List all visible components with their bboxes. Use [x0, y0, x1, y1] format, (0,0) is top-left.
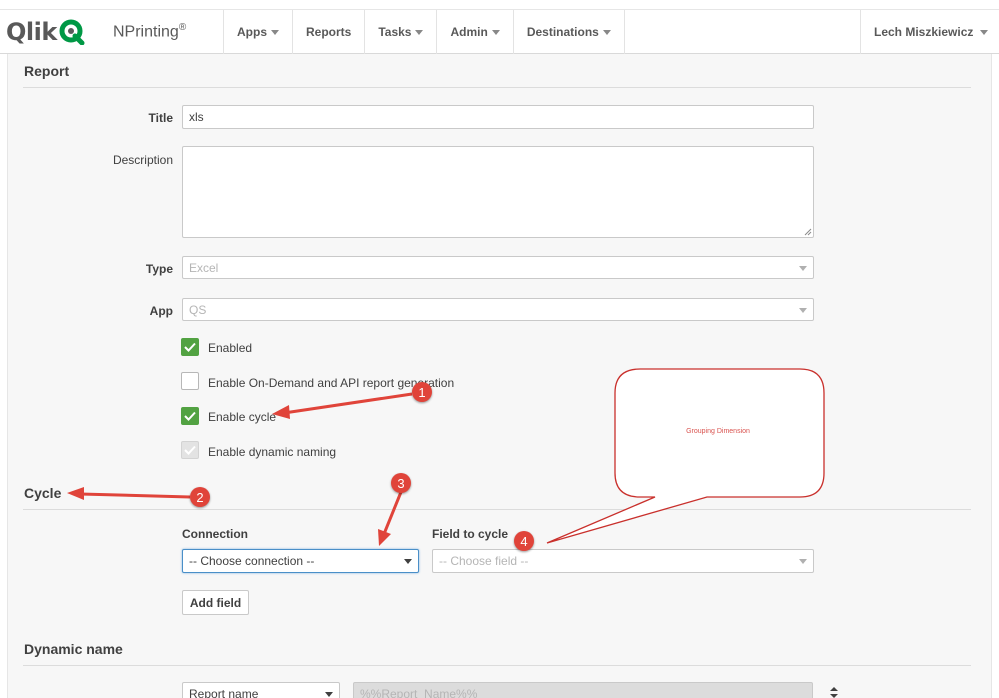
type-select[interactable]: Excel	[182, 256, 814, 279]
logo-text: Qlik	[6, 18, 57, 46]
title-label: Title	[148, 111, 173, 125]
sort-icon[interactable]	[829, 687, 839, 698]
nav-reports[interactable]: Reports	[292, 10, 364, 54]
type-label: Type	[145, 262, 173, 276]
chevron-down-icon	[799, 559, 807, 564]
chevron-down-icon	[799, 266, 807, 271]
nav-apps[interactable]: Apps	[223, 10, 292, 54]
field-to-cycle-label: Field to cycle	[432, 527, 509, 541]
app-value: QS	[189, 302, 207, 317]
field-to-cycle-placeholder: -- Choose field --	[439, 554, 529, 568]
dynamic-name-input[interactable]: %%Report_Name%%	[353, 682, 813, 698]
enabled-checkbox[interactable]	[181, 338, 199, 356]
dynamic-naming-checkbox[interactable]	[181, 441, 199, 459]
chevron-down-icon	[980, 29, 989, 35]
section-title-dynamic-name: Dynamic name	[24, 641, 123, 657]
nav-tasks[interactable]: Tasks	[364, 10, 436, 54]
annotation-number-2: 2	[190, 487, 210, 507]
user-name: Lech Miszkiewicz	[874, 25, 974, 39]
main-nav: Apps Reports Tasks Admin Destinations	[223, 10, 625, 54]
checkmark-icon	[184, 445, 196, 455]
user-menu[interactable]: Lech Miszkiewicz	[860, 10, 999, 54]
registered-mark: ®	[178, 22, 187, 33]
app-label: App	[149, 304, 173, 318]
nav-reports-label: Reports	[306, 25, 352, 39]
checkmark-icon	[184, 342, 196, 352]
description-label: Description	[112, 153, 173, 167]
checkmark-icon	[184, 411, 196, 421]
chevron-down-icon	[415, 29, 424, 35]
chevron-down-icon	[602, 29, 611, 35]
section-title-cycle: Cycle	[24, 485, 62, 501]
field-to-cycle-select[interactable]: -- Choose field --	[432, 549, 814, 573]
product-label: NPrinting	[113, 23, 179, 41]
chevron-down-icon	[271, 29, 279, 35]
chevron-down-icon	[491, 29, 500, 35]
app-select[interactable]: QS	[182, 298, 814, 321]
title-input[interactable]: xls	[182, 105, 814, 129]
divider	[23, 665, 971, 666]
dynamic-name-select[interactable]: Report name	[182, 682, 340, 698]
description-textarea[interactable]	[182, 146, 814, 238]
dynamic-name-select-value: Report name	[189, 687, 259, 698]
enable-cycle-label: Enable cycle	[208, 410, 277, 424]
enabled-label: Enabled	[208, 341, 253, 355]
product-name: NPrinting®	[113, 22, 186, 41]
chevron-down-icon	[325, 692, 333, 697]
dynamic-naming-label: Enable dynamic naming	[208, 445, 337, 459]
callout-text: Grouping Dimension	[686, 428, 750, 435]
connection-label: Connection	[182, 527, 248, 541]
annotation-number-1: 1	[412, 382, 432, 402]
add-field-button[interactable]: Add field	[182, 590, 249, 615]
enable-cycle-checkbox[interactable]	[181, 407, 199, 425]
chevron-down-icon	[799, 308, 807, 313]
annotation-number-3: 3	[391, 473, 411, 493]
nav-destinations[interactable]: Destinations	[512, 10, 625, 54]
connection-value: -- Choose connection --	[189, 554, 315, 568]
chevron-down-icon	[404, 559, 412, 564]
nav-admin-label: Admin	[450, 25, 488, 39]
top-navigation-bar: Qlik NPrinting® Apps Reports Tasks Admin…	[0, 9, 999, 54]
divider	[23, 87, 971, 88]
type-value: Excel	[189, 260, 219, 275]
nav-destinations-label: Destinations	[526, 25, 599, 39]
nav-admin[interactable]: Admin	[436, 10, 512, 54]
resize-grip-icon[interactable]	[804, 228, 812, 236]
qlik-logo[interactable]: Qlik	[6, 17, 85, 47]
on-demand-checkbox[interactable]	[181, 372, 199, 390]
dynamic-name-value: %%Report_Name%%	[360, 687, 478, 698]
annotation-number-4: 4	[514, 531, 534, 551]
section-title-report: Report	[24, 63, 70, 79]
divider	[23, 509, 971, 510]
nav-apps-label: Apps	[237, 25, 267, 39]
qlik-q-icon	[59, 19, 85, 45]
connection-select[interactable]: -- Choose connection --	[182, 549, 419, 573]
nav-tasks-label: Tasks	[378, 25, 412, 39]
